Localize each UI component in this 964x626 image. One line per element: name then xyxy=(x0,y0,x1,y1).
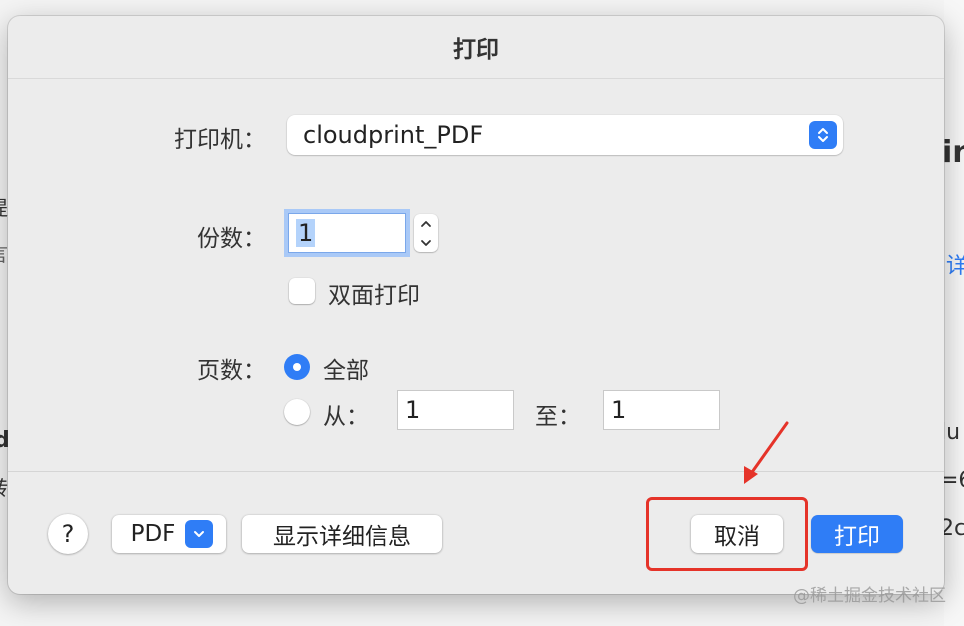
bg-fragment: J xyxy=(0,566,2,590)
print-label: 打印 xyxy=(834,524,880,550)
pages-all-radio[interactable] xyxy=(284,354,310,380)
footer-divider xyxy=(8,471,944,472)
show-details-button[interactable]: 显示详细信息 xyxy=(242,515,442,553)
bg-fragment: 转 xyxy=(0,472,8,501)
pages-to-label: 至： xyxy=(535,404,581,430)
chevron-down-icon xyxy=(185,520,214,548)
chevron-up-icon[interactable] xyxy=(414,214,438,233)
pages-range-radio[interactable] xyxy=(284,399,310,425)
pdf-menu-label: PDF xyxy=(130,521,176,547)
bg-fragment: 详 xyxy=(946,254,964,279)
help-icon: ? xyxy=(61,520,75,548)
copies-stepper[interactable] xyxy=(414,214,438,252)
pages-range-label: 从： xyxy=(323,404,369,430)
pdf-menu-button[interactable]: PDF xyxy=(112,515,226,553)
dialog-titlebar: 打印 xyxy=(8,16,944,79)
copies-label: 份数： xyxy=(197,226,266,252)
page-to-input[interactable]: 1 xyxy=(603,390,720,430)
bg-fragment: in xyxy=(942,135,964,170)
copies-value: 1 xyxy=(296,219,316,247)
printer-value: cloudprint_PDF xyxy=(303,121,484,149)
bg-fragment: 提 xyxy=(0,192,8,221)
page-to-value: 1 xyxy=(611,396,627,424)
printer-label: 打印机： xyxy=(174,127,266,153)
page-from-value: 1 xyxy=(405,396,421,424)
chevron-down-icon[interactable] xyxy=(414,233,438,252)
watermark: @稀土掘金技术社区 xyxy=(793,586,946,606)
page-from-input[interactable]: 1 xyxy=(397,390,514,430)
up-down-chevron-icon xyxy=(809,121,837,149)
copies-input[interactable]: 1 xyxy=(288,213,406,253)
show-details-label: 显示详细信息 xyxy=(273,524,411,550)
bg-fragment: 言 xyxy=(0,238,8,267)
dialog-title: 打印 xyxy=(453,37,499,63)
pages-all-label: 全部 xyxy=(323,358,369,384)
printer-select[interactable]: cloudprint_PDF xyxy=(287,115,843,155)
print-button[interactable]: 打印 xyxy=(811,515,903,553)
duplex-label: 双面打印 xyxy=(328,283,420,309)
annotation-highlight-box xyxy=(646,497,808,571)
pages-label: 页数： xyxy=(197,358,266,384)
help-button[interactable]: ? xyxy=(48,514,88,554)
duplex-checkbox[interactable] xyxy=(289,278,315,304)
